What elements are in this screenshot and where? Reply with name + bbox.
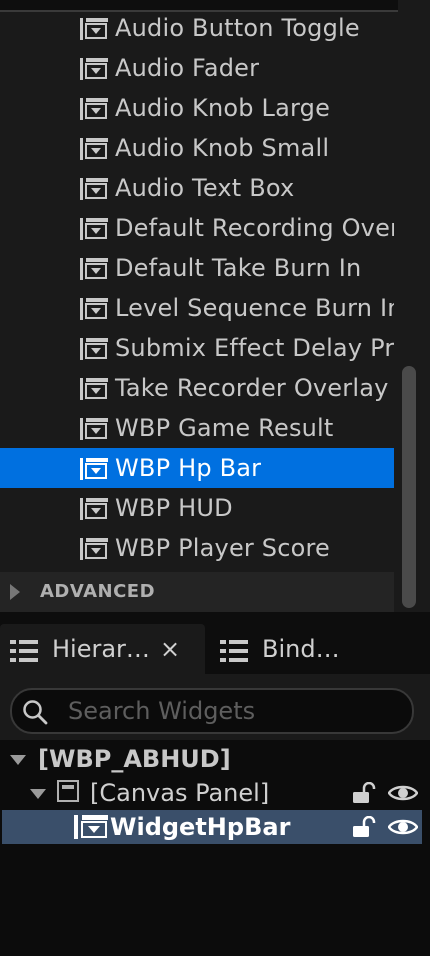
expand-arrow-icon[interactable] — [30, 789, 46, 799]
palette-item-label: Audio Text Box — [115, 174, 295, 202]
hierarchy-panel: [WBP_ABHUD] [Canvas Panel] WidgetHpBar — [0, 674, 430, 956]
tab-bindings[interactable]: Bind… — [210, 624, 430, 674]
list-icon — [220, 640, 248, 662]
palette-item-label: WBP Hp Bar — [115, 454, 262, 482]
palette-item-label: WBP HUD — [115, 494, 233, 522]
palette-item-label: Take Recorder Overlay W — [115, 374, 394, 402]
user-widget-icon — [80, 298, 108, 320]
tab-label: Bind… — [262, 635, 340, 663]
palette-item[interactable]: Level Sequence Burn In — [0, 288, 394, 328]
palette-item[interactable]: Audio Knob Large — [0, 88, 394, 128]
palette-item[interactable]: Audio Fader — [0, 48, 394, 88]
scrollbar-thumb[interactable] — [402, 366, 416, 608]
user-widget-icon — [80, 458, 108, 480]
tree-row-widgethpbar[interactable]: WidgetHpBar — [2, 810, 422, 844]
palette-item[interactable]: Take Recorder Overlay W — [0, 368, 394, 408]
palette-item-label: Audio Knob Small — [115, 134, 330, 162]
palette-item[interactable]: Audio Text Box — [0, 168, 394, 208]
palette-item-label: WBP Game Result — [115, 414, 334, 442]
tree-row-label: [WBP_ABHUD] — [38, 745, 231, 773]
palette-item-label: Default Take Burn In — [115, 254, 362, 282]
user-widget-icon — [80, 58, 108, 80]
palette-item[interactable]: WBP Game Result — [0, 408, 394, 448]
palette-item[interactable]: WBP HUD — [0, 488, 394, 528]
canvas-panel-icon — [57, 780, 79, 802]
palette-item[interactable]: Default Take Burn In — [0, 248, 394, 288]
user-widget-icon — [74, 815, 108, 839]
chevron-right-icon — [10, 584, 20, 600]
palette-item-selected[interactable]: WBP Hp Bar — [0, 448, 394, 488]
advanced-section-header[interactable]: ADVANCED — [0, 572, 394, 612]
palette-panel: Audio Button Toggle Audio Fader Audio Kn… — [0, 0, 430, 612]
palette-item-label: Audio Button Toggle — [115, 14, 360, 42]
palette-item-label: Audio Fader — [115, 54, 260, 82]
tree-row-canvas-panel[interactable]: [Canvas Panel] — [2, 776, 422, 810]
tree-row-label: WidgetHpBar — [110, 813, 291, 841]
user-widget-icon — [80, 138, 108, 160]
unlock-icon[interactable] — [352, 782, 378, 804]
palette-item-label: Level Sequence Burn In — [115, 294, 394, 322]
user-widget-icon — [80, 498, 108, 520]
user-widget-icon — [80, 258, 108, 280]
user-widget-icon — [80, 338, 108, 360]
palette-item-label: Default Recording Overl — [115, 214, 394, 242]
tab-bar: Hierar… × Bind… — [0, 612, 430, 674]
unlock-icon[interactable] — [352, 816, 378, 838]
palette-item-label: WBP Player Score — [115, 534, 331, 562]
search-icon — [23, 700, 48, 725]
palette-item[interactable]: Audio Button Toggle — [0, 8, 394, 48]
user-widget-icon — [80, 378, 108, 400]
user-widget-icon — [80, 178, 108, 200]
user-widget-icon — [80, 218, 108, 240]
close-icon[interactable]: × — [160, 624, 180, 674]
palette-item-label: Audio Knob Large — [115, 94, 331, 122]
palette-list: Audio Button Toggle Audio Fader Audio Kn… — [0, 8, 394, 568]
user-widget-icon — [80, 538, 108, 560]
tab-hierarchy[interactable]: Hierar… × — [0, 624, 205, 674]
expand-arrow-icon[interactable] — [10, 755, 26, 765]
palette-item[interactable]: Audio Knob Small — [0, 128, 394, 168]
widget-tree: [WBP_ABHUD] [Canvas Panel] WidgetHpBar — [0, 740, 430, 956]
advanced-label: ADVANCED — [40, 581, 156, 602]
eye-icon[interactable] — [388, 782, 418, 804]
user-widget-icon — [80, 98, 108, 120]
search-box[interactable] — [10, 688, 414, 734]
palette-item[interactable]: Default Recording Overl — [0, 208, 394, 248]
tab-label: Hierar… — [52, 635, 150, 663]
tree-row-root[interactable]: [WBP_ABHUD] — [2, 742, 422, 776]
user-widget-icon — [80, 18, 108, 40]
tree-row-label: [Canvas Panel] — [90, 779, 270, 807]
palette-scrollbar[interactable] — [398, 0, 420, 612]
user-widget-icon — [80, 418, 108, 440]
palette-item-label: Submix Effect Delay Pr — [115, 334, 394, 362]
list-icon — [10, 640, 38, 662]
search-widgets-input[interactable] — [66, 692, 400, 730]
palette-item[interactable]: Submix Effect Delay Pr — [0, 328, 394, 368]
eye-icon[interactable] — [388, 816, 418, 838]
palette-item[interactable]: WBP Player Score — [0, 528, 394, 568]
